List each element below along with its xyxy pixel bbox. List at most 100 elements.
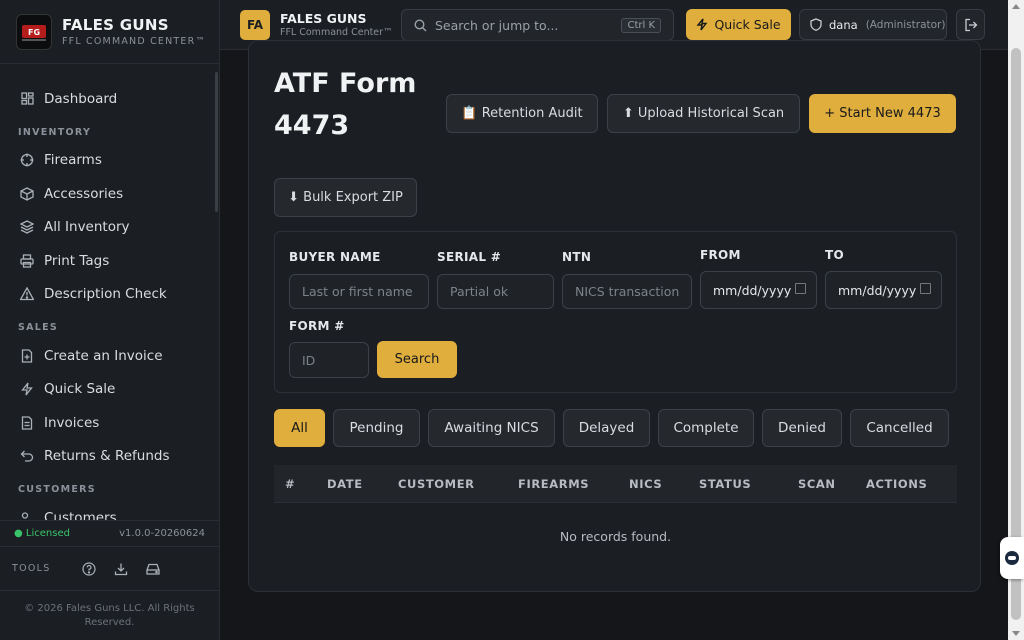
column-header-actions: ACTIONS [866, 477, 928, 491]
brand-header: FG FALES GUNS FFL COMMAND CENTER™ [0, 0, 219, 64]
sidebar-item-label: All Inventory [44, 219, 130, 236]
sidebar-item-customers[interactable]: Customers [0, 501, 219, 520]
scroll-up-icon[interactable] [1012, 4, 1020, 9]
sidebar-item-label: Accessories [44, 185, 124, 202]
serial-label: SERIAL # [437, 250, 502, 264]
calendar-icon[interactable] [920, 283, 931, 294]
sidebar-item-label: Invoices [44, 414, 100, 431]
tab-all[interactable]: All [274, 409, 325, 447]
sidebar-item-label: Description Check [44, 286, 167, 303]
tools-bar: TOOLS [0, 547, 219, 591]
sidebar-item-quick-sale[interactable]: Quick Sale [0, 373, 219, 407]
brand-name: FALES GUNS [62, 16, 169, 34]
calendar-icon[interactable] [795, 283, 806, 294]
tab-complete[interactable]: Complete [658, 409, 754, 447]
bolt-icon [696, 18, 708, 31]
box-icon [20, 187, 34, 201]
column-header-scan[interactable]: SCAN [798, 477, 836, 491]
tab-awaiting-nics[interactable]: Awaiting NICS [428, 409, 555, 447]
sidebar-item-accessories[interactable]: Accessories [0, 177, 219, 211]
sidebar-item-firearms[interactable]: Firearms [0, 144, 219, 178]
sidebar-item-label: Returns & Refunds [44, 448, 170, 465]
ntn-label: NTN [562, 250, 592, 264]
svg-text:FG: FG [28, 28, 40, 37]
form-number-label: FORM # [289, 319, 345, 333]
serial-input[interactable]: Partial ok [437, 274, 554, 309]
sidebar-item-create-invoice[interactable]: Create an Invoice [0, 339, 219, 373]
file-plus-icon [20, 349, 34, 363]
copyright: © 2026 Fales Guns LLC. All Rights Reserv… [24, 603, 195, 628]
sidebar-item-returns-refunds[interactable]: Returns & Refunds [0, 440, 219, 474]
sidebar-item-label: Print Tags [44, 252, 110, 269]
column-header-customer[interactable]: CUSTOMER [398, 477, 475, 491]
users-icon [20, 511, 34, 520]
table-header: # DATE CUSTOMER FIREARMS NICS STATUS SCA… [274, 465, 957, 503]
search-shortcut: Ctrl K [621, 18, 661, 33]
search-icon [414, 18, 427, 32]
sidebar-nav: Dashboard INVENTORY Firearms Accessories… [0, 64, 219, 520]
form-number-input[interactable]: ID [289, 342, 369, 378]
tools-label: TOOLS [12, 563, 51, 574]
license-status: ● Licensed [14, 528, 70, 539]
quick-sale-button[interactable]: Quick Sale [686, 9, 791, 40]
scrollbar-thumb[interactable] [1011, 48, 1021, 620]
logout-icon [964, 18, 978, 32]
license-bar: ● Licensed v1.0.0-20260624 [0, 520, 219, 547]
brand-subtitle: FFL COMMAND CENTER™ [62, 36, 207, 47]
tab-delayed[interactable]: Delayed [563, 409, 650, 447]
column-header-firearms[interactable]: FIREARMS [518, 477, 589, 491]
column-header-status[interactable]: STATUS [699, 477, 751, 491]
sidebar-item-invoices[interactable]: Invoices [0, 406, 219, 440]
nav-section-inventory: INVENTORY [18, 126, 92, 138]
search-button[interactable]: Search [377, 341, 457, 378]
quick-sale-label: Quick Sale [714, 17, 781, 32]
ntn-input[interactable]: NICS transaction [562, 274, 692, 309]
warning-icon [20, 287, 34, 301]
user-menu[interactable]: dana (Administrator) [799, 9, 947, 40]
tab-pending[interactable]: Pending [333, 409, 420, 447]
sidebar-item-description-check[interactable]: Description Check [0, 278, 219, 312]
to-date-input[interactable]: mm/dd/yyyy [825, 271, 942, 309]
chat-icon [1004, 550, 1020, 566]
sidebar-item-label: Customers [44, 509, 117, 520]
empty-state-message: No records found. [559, 529, 672, 544]
from-date-input[interactable]: mm/dd/yyyy [700, 271, 817, 309]
sidebar-scrollbar[interactable] [215, 72, 218, 212]
sidebar-item-label: Quick Sale [44, 381, 116, 398]
tab-cancelled[interactable]: Cancelled [850, 409, 949, 447]
help-icon[interactable] [81, 561, 97, 577]
topbar-logo[interactable]: FA [240, 10, 270, 40]
sidebar-item-all-inventory[interactable]: All Inventory [0, 211, 219, 245]
retention-audit-button[interactable]: 📋 Retention Audit [446, 94, 598, 133]
layers-icon [20, 220, 34, 234]
to-date-label: TO [825, 248, 844, 262]
scroll-down-icon[interactable] [1012, 631, 1020, 636]
floating-chat-tab[interactable] [1000, 537, 1024, 579]
bolt-icon [20, 382, 34, 396]
column-header-number[interactable]: # [285, 477, 295, 491]
sidebar-item-dashboard[interactable]: Dashboard [0, 82, 219, 116]
nav-section-customers: CUSTOMERS [18, 484, 96, 495]
search-placeholder: Search or jump to... [435, 17, 559, 33]
buyer-name-input[interactable]: Last or first name [289, 274, 429, 309]
drive-icon[interactable] [145, 561, 161, 577]
column-header-nics[interactable]: NICS [629, 477, 662, 491]
crosshair-icon [20, 153, 34, 167]
bulk-export-zip-button[interactable]: ⬇ Bulk Export ZIP [274, 178, 417, 217]
logout-button[interactable] [956, 9, 985, 40]
document-icon [20, 416, 34, 430]
download-icon[interactable] [113, 561, 129, 577]
buyer-name-label: BUYER NAME [289, 250, 381, 264]
version-label: v1.0.0-20260624 [119, 528, 205, 539]
search-input[interactable]: Search or jump to... Ctrl K [401, 9, 674, 41]
start-new-4473-button[interactable]: + Start New 4473 [809, 94, 956, 133]
printer-icon [20, 254, 34, 268]
upload-historical-scan-button[interactable]: ⬆ Upload Historical Scan [607, 94, 800, 133]
from-date-label: FROM [700, 248, 741, 262]
shield-icon [810, 18, 822, 31]
tab-denied[interactable]: Denied [762, 409, 842, 447]
column-header-date[interactable]: DATE [327, 477, 363, 491]
sidebar-item-print-tags[interactable]: Print Tags [0, 244, 219, 278]
form-4473-panel: ATF Form 4473 📋 Retention Audit ⬆ Upload… [248, 40, 981, 592]
brand-logo[interactable]: FG [16, 13, 52, 50]
